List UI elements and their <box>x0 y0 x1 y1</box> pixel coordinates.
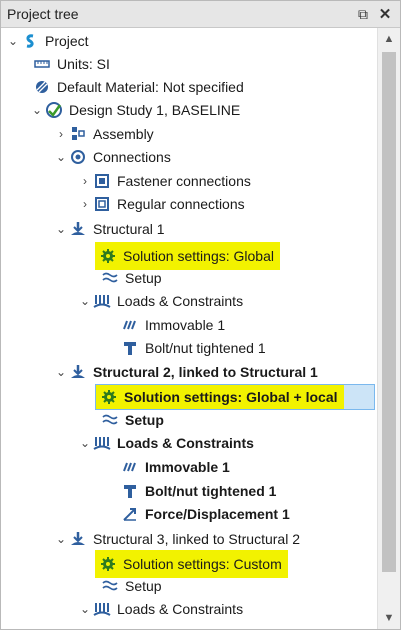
tree-node-label: Regular connections <box>117 196 245 212</box>
tree-node-setup[interactable]: Setup <box>101 575 164 597</box>
tree-view: ⌄ Project Units: SI Default Material: No… <box>1 28 378 629</box>
tree-node-label: Fastener connections <box>117 173 251 189</box>
tree-node-connections[interactable]: ⌄ Connections <box>53 146 173 168</box>
tree-node-structural-3[interactable]: ⌄ Structural 3, linked to Structural 2 <box>53 528 302 550</box>
tree-node-label: Connections <box>93 149 171 165</box>
tree-node-regular-connections[interactable]: › Regular connections <box>77 193 247 215</box>
gear-icon <box>100 388 118 406</box>
scroll-up-icon[interactable]: ▲ <box>378 28 400 50</box>
tree-node-label: Structural 1 <box>93 221 165 237</box>
tree-node-immovable-1[interactable]: Immovable 1 <box>121 456 232 478</box>
chevron-down-icon[interactable]: ⌄ <box>77 293 93 309</box>
tree-node-label: Setup <box>125 412 164 428</box>
tree-node-structural-1[interactable]: ⌄ Structural 1 <box>53 218 167 240</box>
chevron-down-icon[interactable]: ⌄ <box>77 601 93 617</box>
tree-node-fastener-connections[interactable]: › Fastener connections <box>77 170 253 192</box>
tree-node-label: Solution settings: Global <box>123 248 274 264</box>
tree-node-setup[interactable]: Setup <box>101 267 164 289</box>
tree-node-label: Loads & Constraints <box>117 293 244 309</box>
chevron-down-icon[interactable]: ⌄ <box>29 102 45 118</box>
tree-node-label: Solution settings: Custom <box>123 556 282 572</box>
project-tree-panel: Project tree ⧉ ✕ ⌄ Project Units: SI Def… <box>0 0 401 630</box>
chevron-down-icon[interactable]: ⌄ <box>53 531 69 547</box>
loads-icon <box>93 292 111 310</box>
bolt-icon <box>121 482 139 500</box>
tree-node-label: Assembly <box>93 126 154 142</box>
tree-node-force-displacement-1[interactable]: Force/Displacement 1 <box>121 503 292 525</box>
chevron-right-icon[interactable]: › <box>77 196 93 212</box>
tree-node-design-study-1[interactable]: ⌄ Design Study 1, BASELINE <box>29 99 242 121</box>
tree-node-solution-settings-global-local[interactable]: Solution settings: Global + local <box>95 384 375 410</box>
tree-node-label: Project <box>45 33 89 49</box>
tree-node-solution-settings-custom[interactable]: Solution settings: Custom <box>95 550 288 578</box>
tree-node-label: Setup <box>125 578 162 594</box>
connections-icon <box>69 148 87 166</box>
tree-node-label: Loads & Constraints <box>117 601 244 617</box>
close-icon[interactable]: ✕ <box>374 3 396 25</box>
assembly-icon <box>69 125 87 143</box>
tree-node-label: Default Material: Not specified <box>57 79 244 95</box>
tree-node-label: Units: SI <box>57 56 110 72</box>
chevron-down-icon[interactable]: ⌄ <box>53 149 69 165</box>
tree-node-bolt-nut-tightened-1[interactable]: Bolt/nut tightened 1 <box>121 337 268 359</box>
panel-titlebar: Project tree ⧉ ✕ <box>1 1 400 28</box>
tree-node-structural-2[interactable]: ⌄ Structural 2, linked to Structural 1 <box>53 361 320 383</box>
pin-icon[interactable]: ⧉ <box>352 3 374 25</box>
design-study-icon <box>45 101 63 119</box>
tree-node-label: Loads & Constraints <box>117 435 254 451</box>
fastener-icon <box>93 172 111 190</box>
tree-node-units[interactable]: Units: SI <box>33 53 112 75</box>
tree-node-label: Immovable 1 <box>145 459 230 475</box>
immovable-icon <box>121 458 139 476</box>
tree-node-label: Bolt/nut tightened 1 <box>145 340 266 356</box>
tree-node-label: Bolt/nut tightened 1 <box>145 483 277 499</box>
tree-node-label: Solution settings: Global + local <box>124 389 338 405</box>
chevron-right-icon[interactable]: › <box>77 173 93 189</box>
tree-node-label: Setup <box>125 270 162 286</box>
tree-node-default-material[interactable]: Default Material: Not specified <box>33 76 246 98</box>
tree-node-label: Structural 2, linked to Structural 1 <box>93 364 318 380</box>
project-s-icon <box>21 32 39 50</box>
tree-node-loads-constraints[interactable]: ⌄ Loads & Constraints <box>77 432 256 454</box>
bolt-icon <box>121 339 139 357</box>
scroll-down-icon[interactable]: ▼ <box>378 607 400 629</box>
tree-node-setup[interactable]: Setup <box>101 409 166 431</box>
gear-icon <box>99 247 117 265</box>
chevron-down-icon[interactable]: ⌄ <box>53 364 69 380</box>
tree-node-bolt-nut-tightened-1[interactable]: Bolt/nut tightened 1 <box>121 480 278 502</box>
tree-node-label: Structural 3, linked to Structural 2 <box>93 531 300 547</box>
ruler-icon <box>33 55 51 73</box>
tree-node-label: Immovable 1 <box>145 317 226 333</box>
structural-icon <box>69 220 87 238</box>
tree-node-solution-settings-global[interactable]: Solution settings: Global <box>95 242 280 270</box>
loads-icon <box>93 434 111 452</box>
regular-connection-icon <box>93 195 111 213</box>
tree-node-immovable-1[interactable]: Immovable 1 <box>121 314 227 336</box>
chevron-down-icon[interactable]: ⌄ <box>5 33 21 49</box>
chevron-down-icon[interactable]: ⌄ <box>53 221 69 237</box>
tree-node-label: Design Study 1, BASELINE <box>69 102 241 118</box>
setup-icon <box>101 577 119 595</box>
scrollbar-thumb[interactable] <box>382 52 396 572</box>
tree-node-project[interactable]: ⌄ Project <box>5 30 91 52</box>
structural-icon <box>69 530 87 548</box>
gear-icon <box>99 555 117 573</box>
setup-icon <box>101 269 119 287</box>
immovable-icon <box>121 316 139 334</box>
tree-node-loads-constraints[interactable]: ⌄ Loads & Constraints <box>77 290 245 312</box>
highlight-marker: Solution settings: Global + local <box>96 385 344 409</box>
tree-node-label: Force/Displacement 1 <box>145 506 290 522</box>
loads-icon <box>93 600 111 618</box>
tree-node-assembly[interactable]: › Assembly <box>53 123 156 145</box>
force-icon <box>121 505 139 523</box>
vertical-scrollbar[interactable]: ▲ ▼ <box>377 28 400 629</box>
chevron-down-icon[interactable]: ⌄ <box>77 435 93 451</box>
tree-node-loads-constraints[interactable]: ⌄ Loads & Constraints <box>77 598 245 620</box>
chevron-right-icon[interactable]: › <box>53 126 69 142</box>
structural-icon <box>69 363 87 381</box>
material-icon <box>33 78 51 96</box>
panel-title: Project tree <box>7 6 79 22</box>
setup-icon <box>101 411 119 429</box>
